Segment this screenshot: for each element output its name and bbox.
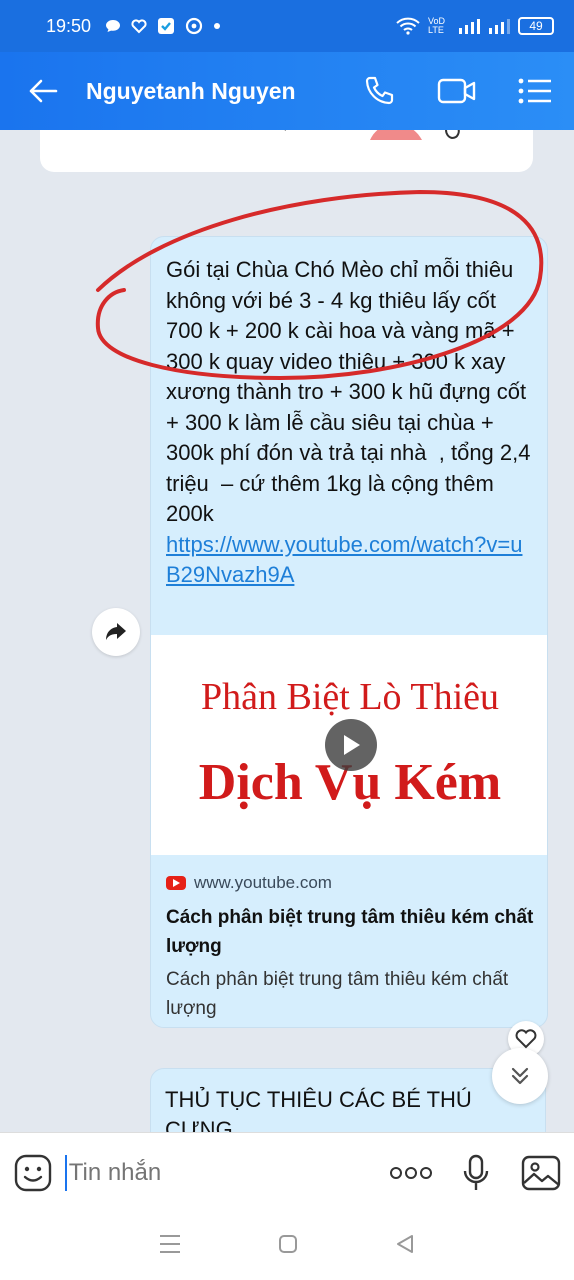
nav-back-button[interactable] (395, 1234, 415, 1259)
message-input-bar (0, 1132, 574, 1212)
heart-shield-icon (131, 19, 147, 34)
more-options-button[interactable] (379, 1133, 444, 1213)
preview-description: Cách phân biệt trung tâm thiêu kém chất … (166, 969, 509, 1019)
voice-call-button[interactable] (340, 52, 418, 130)
contact-name[interactable]: Nguyetanh Nguyen (86, 78, 340, 105)
app-g-icon (185, 17, 203, 35)
forward-button[interactable] (92, 608, 140, 656)
message-link[interactable]: https://www.youtube.com/watch?v=uB29Nvaz… (151, 530, 547, 591)
message-bubble[interactable]: Gói tại Chùa Chó Mèo chỉ mỗi thiêu không… (150, 236, 548, 1028)
back-button[interactable] (0, 52, 86, 130)
video-camera-icon (437, 78, 476, 104)
back-triangle-icon (397, 1234, 414, 1253)
message-input[interactable] (68, 1150, 379, 1195)
status-bar: 19:50 VoD LTE 49 (0, 0, 574, 52)
battery-level: 49 (529, 19, 543, 33)
previous-image-card[interactable] (40, 130, 533, 172)
chat-header: Nguyetanh Nguyen (0, 52, 574, 130)
phone-icon (365, 76, 394, 105)
preview-domain-text: www.youtube.com (194, 873, 332, 892)
options-button[interactable] (496, 52, 574, 130)
home-square-icon (278, 1234, 297, 1253)
nav-menu-button[interactable] (159, 1234, 181, 1259)
chat-bubble-icon (106, 20, 121, 32)
battery-icon: 49 (518, 17, 554, 35)
system-nav-bar (0, 1212, 574, 1280)
preview-title: Cách phân biệt trung tâm thiêu kém chất … (166, 907, 534, 957)
double-chevron-down-icon (511, 1067, 529, 1085)
video-thumbnail[interactable]: Phân Biệt Lò Thiêu Dịch Vụ Kém (151, 635, 547, 855)
sticker-fragment (284, 130, 460, 140)
microphone-icon (464, 1154, 489, 1190)
gallery-button[interactable] (509, 1133, 574, 1213)
system-status: VoD LTE 49 (396, 17, 554, 35)
signal-icon (459, 19, 480, 34)
image-icon (522, 1155, 561, 1190)
text-cursor (65, 1154, 67, 1191)
menu-icon (159, 1234, 180, 1253)
message-text: Gói tại Chùa Chó Mèo chỉ mỗi thiêu không… (166, 257, 537, 526)
chat-area[interactable]: Gói tại Chùa Chó Mèo chỉ mỗi thiêu không… (0, 130, 574, 1132)
notification-icons (105, 17, 221, 35)
signal-2-icon (489, 19, 510, 34)
ellipsis-icon (390, 1166, 433, 1179)
voice-message-button[interactable] (444, 1133, 509, 1213)
status-time: 19:50 (46, 15, 92, 36)
share-arrow-icon (106, 623, 126, 640)
scroll-to-bottom-button[interactable] (492, 1048, 548, 1104)
next-message-bubble[interactable]: THỦ TỤC THIÊU CÁC BÉ THÚ CƯNG (150, 1068, 546, 1132)
list-menu-icon (518, 78, 551, 104)
preview-domain: www.youtube.com (166, 873, 536, 893)
wifi-icon (396, 17, 420, 35)
nav-home-button[interactable] (278, 1234, 298, 1259)
video-call-button[interactable] (418, 52, 496, 130)
thumbnail-title-line1: Phân Biệt Lò Thiêu (201, 676, 499, 718)
network-label: VoD LTE (428, 16, 446, 35)
arrow-left-icon (29, 79, 58, 103)
link-preview-meta[interactable]: www.youtube.com Cách phân biệt trung tâm… (166, 873, 536, 1023)
play-button[interactable] (325, 719, 377, 771)
sticker-face-icon (14, 1154, 51, 1191)
next-message-text: THỦ TỤC THIÊU CÁC BÉ THÚ CƯNG (165, 1087, 472, 1132)
heart-icon (515, 1029, 537, 1049)
play-icon (344, 735, 360, 755)
dot-icon (214, 23, 221, 29)
check-app-icon (158, 18, 175, 34)
emoji-button[interactable] (0, 1133, 65, 1213)
youtube-icon (166, 876, 186, 890)
